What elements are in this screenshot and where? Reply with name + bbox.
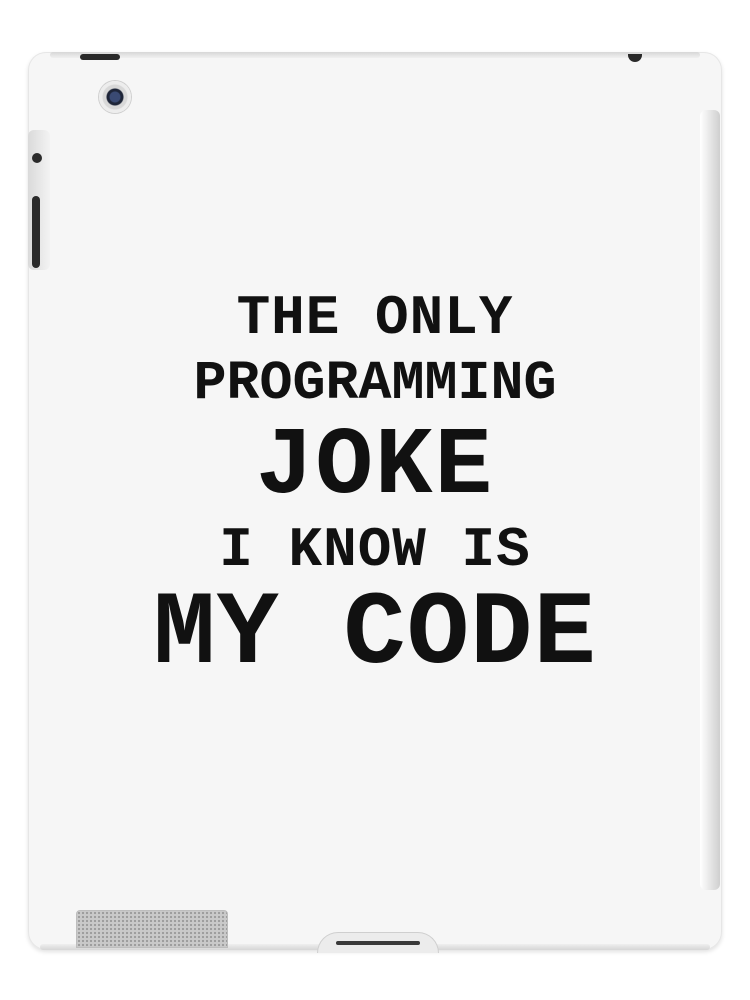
joke-line-4: I KNOW IS xyxy=(219,518,531,582)
top-button-cutout xyxy=(80,54,120,60)
volume-button-cutout xyxy=(32,196,40,268)
joke-line-2: PROGRAMMING xyxy=(193,352,557,415)
home-button-icon xyxy=(317,932,439,953)
joke-line-1: THE ONLY xyxy=(236,286,514,350)
case-top-edge xyxy=(50,52,700,58)
camera-icon xyxy=(99,81,131,113)
speaker-grille-icon xyxy=(76,910,228,948)
product-image: THE ONLY PROGRAMMING JOKE I KNOW IS MY C… xyxy=(0,0,750,1000)
side-switch-cutout xyxy=(32,153,42,163)
joke-line-3: JOKE xyxy=(255,412,495,521)
joke-line-5: MY CODE xyxy=(153,576,597,694)
joke-text: THE ONLY PROGRAMMING JOKE I KNOW IS MY C… xyxy=(40,285,710,687)
